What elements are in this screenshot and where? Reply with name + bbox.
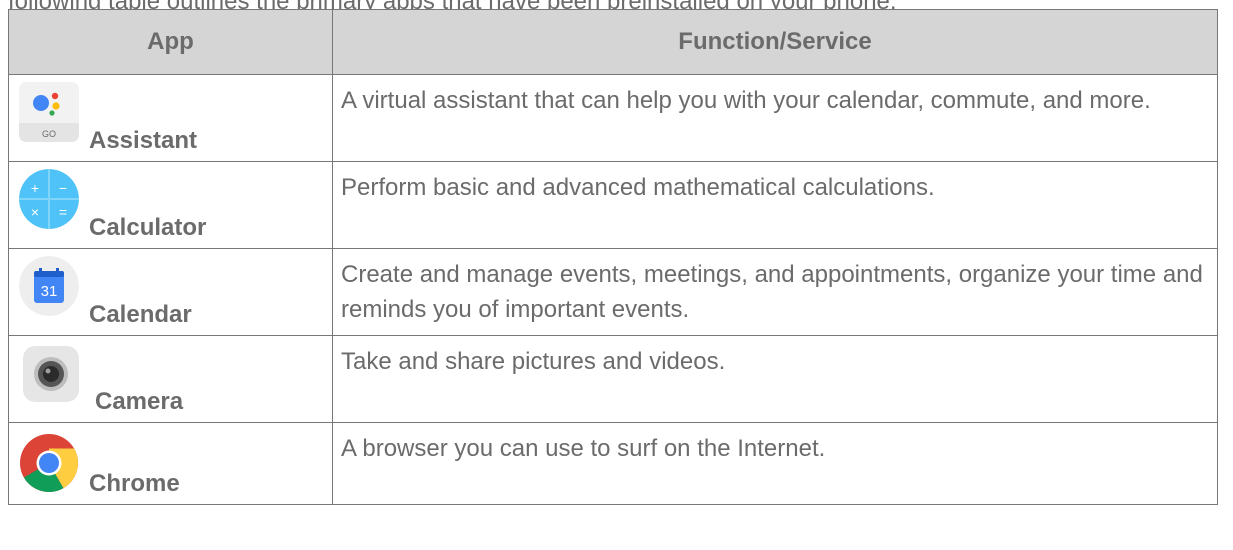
app-cell: 31 Calendar [8,248,333,336]
calc-equals: = [59,204,67,220]
app-name: Assistant [89,127,198,154]
table-row: GO Assistant A virtual assistant that ca… [8,74,1218,162]
assistant-go-label: GO [42,129,56,139]
table-row: + − × = Calculator Perform basic and adv… [8,161,1218,249]
app-name: Calendar [89,301,192,328]
app-name: Chrome [89,470,180,497]
app-name: Camera [95,388,184,415]
function-cell: Take and share pictures and videos. [332,335,1218,423]
chrome-icon [19,433,79,493]
app-cell: GO Assistant [8,74,333,162]
calc-plus: + [31,180,39,196]
function-cell: Create and manage events, meetings, and … [332,248,1218,336]
calc-times: × [31,204,39,220]
function-text: A virtual assistant that can help you wi… [341,87,1151,114]
function-text: Create and manage events, meetings, and … [341,261,1203,323]
function-cell: A virtual assistant that can help you wi… [332,74,1218,162]
function-cell: A browser you can use to surf on the Int… [332,422,1218,505]
calc-minus: − [59,180,67,196]
calendar-icon: 31 [19,256,79,316]
function-text: Perform basic and advanced mathematical … [341,174,935,201]
app-cell: Camera [8,335,333,423]
header-function: Function/Service [332,9,1218,75]
apps-table: App Function/Service GO Assistant A virt… [8,9,1218,505]
function-cell: Perform basic and advanced mathematical … [332,161,1218,249]
app-cell: + − × = Calculator [8,161,333,249]
camera-icon [23,346,79,402]
calendar-day: 31 [41,283,58,300]
header-app: App [8,9,333,75]
app-cell: Chrome [8,422,333,505]
table-row: Camera Take and share pictures and video… [8,335,1218,423]
table-row: 31 Calendar Create and manage events, me… [8,248,1218,336]
assistant-icon: GO [19,82,79,142]
function-text: Take and share pictures and videos. [341,348,726,375]
function-text: A browser you can use to surf on the Int… [341,435,826,462]
table-header-row: App Function/Service [8,9,1218,75]
app-name: Calculator [89,214,207,241]
table-row: Chrome A browser you can use to surf on … [8,422,1218,505]
calculator-icon: + − × = [19,169,79,229]
